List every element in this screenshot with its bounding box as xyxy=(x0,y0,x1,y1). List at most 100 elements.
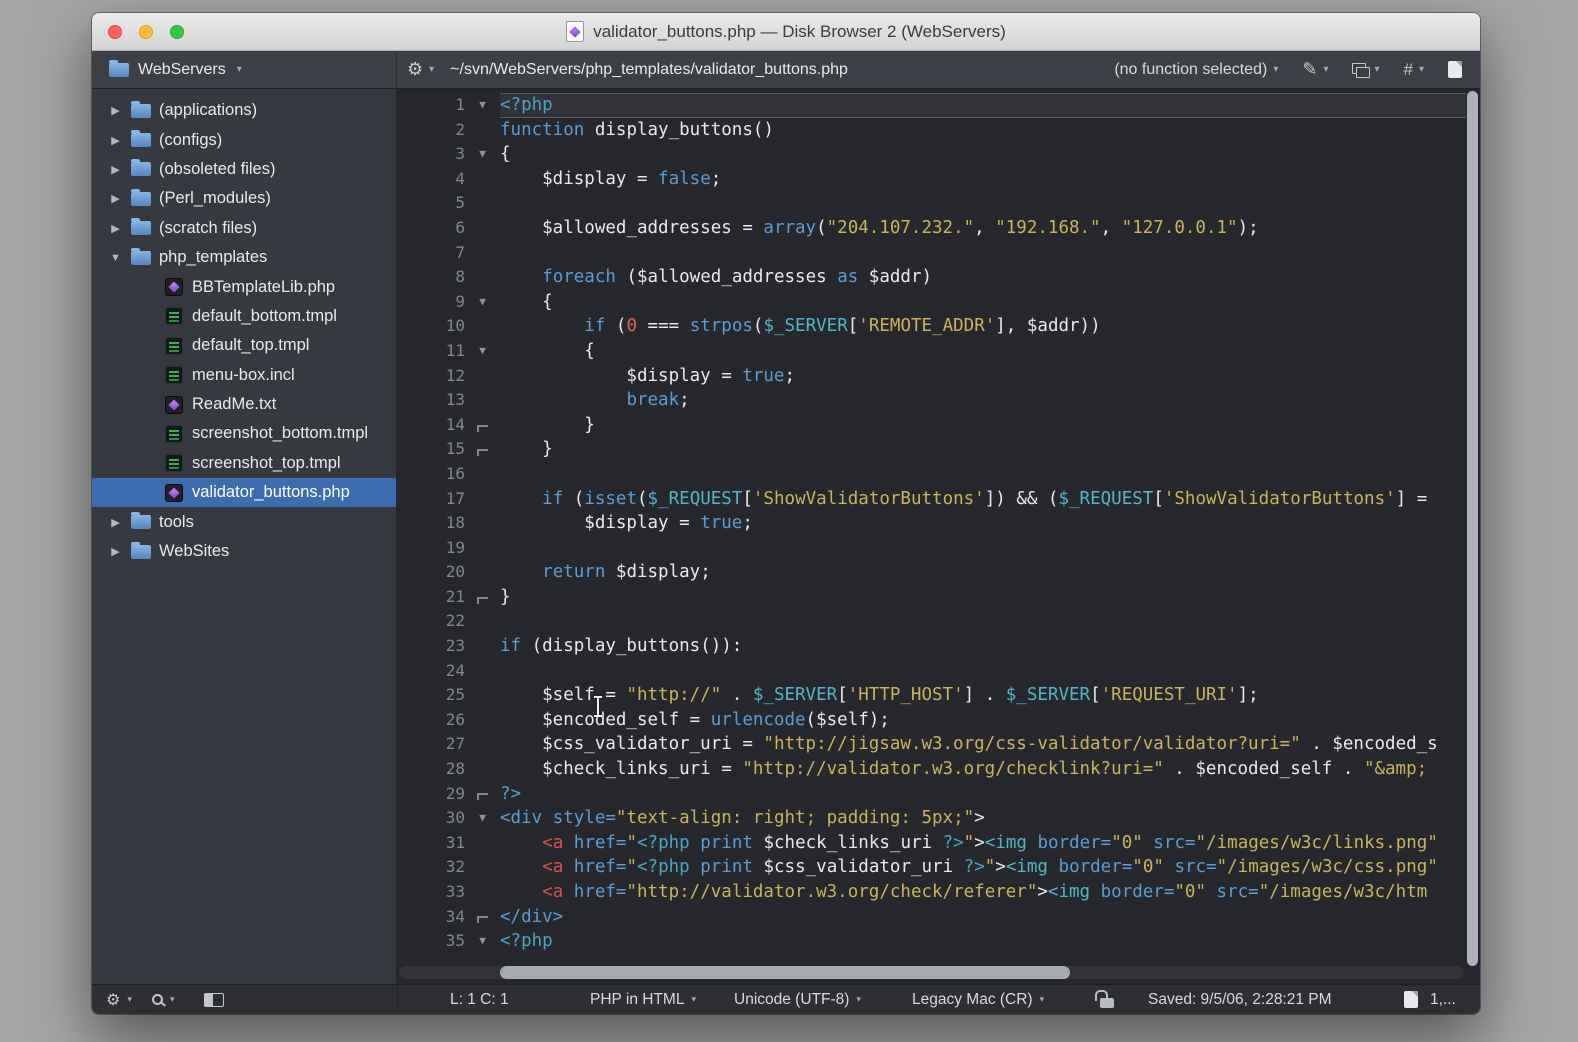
settings-menu-button[interactable]: ⚙ ▾ xyxy=(407,59,434,80)
code-line[interactable]: 28 $check_links_uri = "http://validator.… xyxy=(397,757,1466,782)
disclosure-closed-icon[interactable]: ▶ xyxy=(108,104,123,117)
minimize-button[interactable] xyxy=(139,24,153,39)
code-line[interactable]: 3 ▼{ xyxy=(397,142,1466,167)
code-line[interactable]: 34 </div> xyxy=(397,905,1466,930)
code-line[interactable]: 18 $display = true; xyxy=(397,511,1466,536)
disclosure-open-icon[interactable]: ▼ xyxy=(108,252,123,264)
code-line[interactable]: 2 function display_buttons() xyxy=(397,118,1466,143)
markers-menu-button[interactable]: ✎ ▾ xyxy=(1302,59,1328,80)
fold-open-icon[interactable]: ▼ xyxy=(465,93,500,118)
code-line[interactable]: 32 <a href="<?php print $css_validator_u… xyxy=(397,855,1466,880)
lock-indicator[interactable] xyxy=(1095,985,1114,1014)
vertical-scrollbar[interactable] xyxy=(1467,91,1478,966)
tree-folder-row[interactable]: ▶ (configs) xyxy=(92,125,396,154)
code-line[interactable]: 9 ▼ { xyxy=(397,290,1466,315)
code-line[interactable]: 11 ▼ { xyxy=(397,339,1466,364)
zoom-button[interactable] xyxy=(170,24,184,39)
tree-file-row[interactable]: validator_buttons.php xyxy=(92,478,396,508)
code-line[interactable]: 8 foreach ($allowed_addresses as $addr) xyxy=(397,265,1466,290)
fold-open-icon[interactable]: ▼ xyxy=(465,290,500,315)
disclosure-closed-icon[interactable]: ▶ xyxy=(108,134,123,147)
tree-folder-row[interactable]: ▼ php_templates xyxy=(92,243,396,272)
code-line[interactable]: 30 ▼ <div style="text-align: right; paddin… xyxy=(397,806,1466,831)
code-line[interactable]: 33 <a href="http://validator.w3.org/chec… xyxy=(397,880,1466,905)
tree-folder-row[interactable]: ▶ WebSites xyxy=(92,537,396,566)
code-line[interactable]: 24 xyxy=(397,659,1466,684)
new-document-button[interactable] xyxy=(1448,61,1462,78)
tree-folder-row[interactable]: ▶ (Perl_modules) xyxy=(92,184,396,213)
horizontal-scrollbar-thumb[interactable] xyxy=(500,966,1070,979)
close-button[interactable] xyxy=(108,24,122,39)
sidebar-header[interactable]: WebServers ▾ xyxy=(92,51,397,88)
code-line[interactable]: 21} xyxy=(397,585,1466,610)
fold-end-icon[interactable] xyxy=(465,905,500,930)
code-editor[interactable]: 1 ▼ <?php 2 function display_buttons() 3 ▼{4 $… xyxy=(397,89,1480,984)
code-line[interactable]: 27 $css_validator_uri = "http://jigsaw.w… xyxy=(397,732,1466,757)
tree-file-row[interactable]: menu-box.incl xyxy=(92,361,396,390)
code-line[interactable]: 25 $self = "http://" . $_SERVER['HTTP_HO… xyxy=(397,683,1466,708)
code-line[interactable]: 13 break; xyxy=(397,388,1466,413)
tree-file-row[interactable]: default_top.tmpl xyxy=(92,331,396,360)
code-line[interactable]: 14 } xyxy=(397,413,1466,438)
fold-end-icon[interactable] xyxy=(465,413,500,438)
folder-icon xyxy=(131,100,151,118)
function-selector[interactable]: (no function selected) ▾ xyxy=(1114,61,1278,79)
disclosure-closed-icon[interactable]: ▶ xyxy=(108,192,123,205)
code-line[interactable]: 15 } xyxy=(397,437,1466,462)
code-line[interactable]: 19 xyxy=(397,536,1466,561)
disclosure-closed-icon[interactable]: ▶ xyxy=(108,222,123,235)
tree-folder-row[interactable]: ▶ (scratch files) xyxy=(92,214,396,243)
code-line[interactable]: 22 xyxy=(397,609,1466,634)
code-line[interactable]: 16 xyxy=(397,462,1466,487)
fold-open-icon[interactable]: ▼ xyxy=(465,929,500,954)
code-line[interactable]: 4 $display = false; xyxy=(397,167,1466,192)
code-line[interactable]: 6 $allowed_addresses = array("204.107.23… xyxy=(397,216,1466,241)
tree-folder-row[interactable]: ▶ (applications) xyxy=(92,96,396,125)
code-line[interactable]: 35 ▼ <?php xyxy=(397,929,1466,954)
tree-folder-row[interactable]: ▶ tools xyxy=(92,507,396,536)
line-number: 18 xyxy=(445,513,465,533)
sidebar-toggle-button[interactable] xyxy=(204,985,224,1014)
tree-file-row[interactable]: default_bottom.tmpl xyxy=(92,302,396,331)
code-line[interactable]: 26 $encoded_self = urlencode($self); xyxy=(397,708,1466,733)
disclosure-closed-icon[interactable]: ▶ xyxy=(108,163,123,176)
documents-menu-button[interactable]: ▾ xyxy=(1352,63,1380,78)
language-menu[interactable]: PHP in HTML ▾ xyxy=(590,985,696,1014)
fold-end-icon[interactable] xyxy=(465,782,500,807)
code-line[interactable]: 5 xyxy=(397,191,1466,216)
status-gear-menu[interactable]: ⚙ ▾ xyxy=(106,985,132,1014)
code-text: if (isset($_REQUEST['ShowValidatorButton… xyxy=(542,488,1428,509)
tree-folder-row[interactable]: ▶ (obsoleted files) xyxy=(92,155,396,184)
code-line[interactable]: 1 ▼ <?php xyxy=(397,93,1466,118)
template-file-icon xyxy=(165,307,183,326)
fold-end-icon[interactable] xyxy=(465,585,500,610)
tree-file-row[interactable]: screenshot_top.tmpl xyxy=(92,449,396,478)
folder-icon xyxy=(131,218,151,236)
code-text: <?php xyxy=(500,93,1466,118)
tree-file-row[interactable]: screenshot_bottom.tmpl xyxy=(92,419,396,448)
disclosure-closed-icon[interactable]: ▶ xyxy=(108,516,123,529)
line-number: 3 xyxy=(455,144,465,164)
code-line[interactable]: 7 xyxy=(397,241,1466,266)
code-line[interactable]: 12 $display = true; xyxy=(397,364,1466,389)
fold-open-icon[interactable]: ▼ xyxy=(465,806,500,831)
line-number: 1 xyxy=(455,95,465,114)
status-search-menu[interactable]: ▾ xyxy=(152,985,175,1014)
tree-file-row[interactable]: BBTemplateLib.php xyxy=(92,272,396,301)
code-line[interactable]: 20 return $display; xyxy=(397,560,1466,585)
code-line[interactable]: 10 if (0 === strpos($_SERVER['REMOTE_ADD… xyxy=(397,314,1466,339)
fold-end-icon[interactable] xyxy=(465,437,500,462)
code-line[interactable]: 17 if (isset($_REQUEST['ShowValidatorBut… xyxy=(397,487,1466,512)
code-line[interactable]: 29 ?> xyxy=(397,782,1466,807)
fold-open-icon[interactable]: ▼ xyxy=(465,142,500,167)
code-line[interactable]: 31 <a href="<?php print $check_links_uri… xyxy=(397,831,1466,856)
line-ending-menu[interactable]: Legacy Mac (CR) ▾ xyxy=(912,985,1044,1014)
tree-file-row[interactable]: ReadMe.txt xyxy=(92,390,396,419)
code-line[interactable]: 23 if (display_buttons()): xyxy=(397,634,1466,659)
fold-open-icon[interactable]: ▼ xyxy=(465,339,500,364)
document-info-button[interactable] xyxy=(1404,985,1418,1014)
counter-menu-button[interactable]: # ▾ xyxy=(1404,60,1425,80)
disclosure-closed-icon[interactable]: ▶ xyxy=(108,545,123,558)
encoding-menu[interactable]: Unicode (UTF-8) ▾ xyxy=(734,985,861,1014)
